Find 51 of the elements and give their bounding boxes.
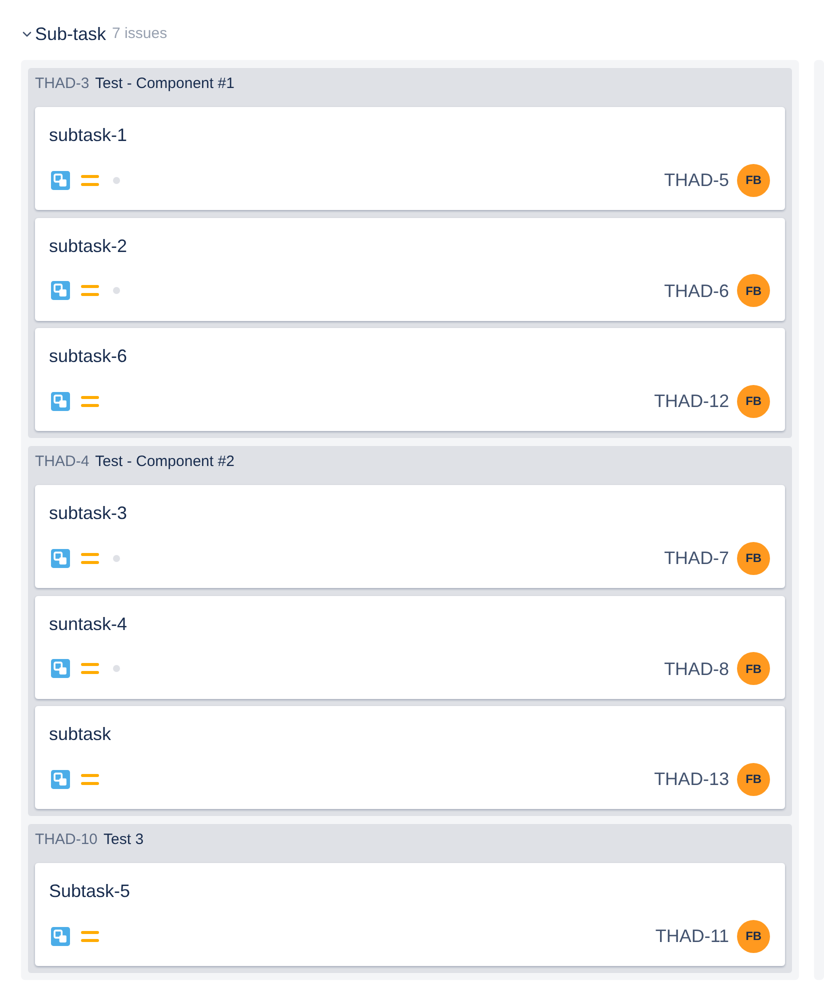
issue-card[interactable]: subtask-1 THAD-5 FB xyxy=(35,107,786,210)
parent-summary: Test 3 xyxy=(104,830,144,850)
assignee-avatar[interactable]: FB xyxy=(737,652,770,685)
medium-priority-icon xyxy=(81,552,99,564)
parent-key[interactable]: THAD-4 xyxy=(35,450,90,474)
subtask-type-icon xyxy=(51,659,70,678)
parent-summary: Test - Component #2 xyxy=(95,452,234,472)
issue-card[interactable]: subtask-2 THAD-6 FB xyxy=(35,218,786,320)
parent-key[interactable]: THAD-10 xyxy=(35,828,98,852)
issue-card[interactable]: subtask-6 THAD-12 FB xyxy=(35,328,786,431)
medium-priority-icon xyxy=(81,174,99,186)
issue-summary: subtask-1 xyxy=(49,124,128,147)
issue-key[interactable]: THAD-11 xyxy=(655,924,730,948)
subtask-type-icon xyxy=(51,926,70,946)
medium-priority-icon xyxy=(81,663,99,674)
issue-summary: Subtask-5 xyxy=(49,880,130,903)
issue-card[interactable]: subtask THAD-13 FB xyxy=(35,706,786,809)
assignee-avatar[interactable]: FB xyxy=(737,920,770,952)
medium-priority-icon xyxy=(81,396,99,406)
subtask-type-icon xyxy=(51,548,70,568)
assignee-avatar[interactable]: FB xyxy=(737,274,770,307)
subtask-type-icon xyxy=(51,281,70,300)
assignee-avatar[interactable]: FB xyxy=(737,164,770,196)
subtask-type-icon xyxy=(51,392,70,410)
issue-summary: suntask-4 xyxy=(49,612,128,636)
subtask-type-icon xyxy=(51,770,70,788)
chevron-down-icon[interactable] xyxy=(22,29,32,39)
medium-priority-icon xyxy=(81,285,99,296)
issue-key[interactable]: THAD-12 xyxy=(654,389,730,413)
assignee-avatar[interactable]: FB xyxy=(737,762,770,796)
issue-count: 7 issues xyxy=(112,24,168,44)
issue-card[interactable]: subtask-3 THAD-7 FB xyxy=(35,485,786,588)
swimlane-title[interactable]: Sub-task xyxy=(35,22,106,46)
issue-card[interactable]: suntask-4 THAD-8 FB xyxy=(35,596,786,698)
issue-key[interactable]: THAD-5 xyxy=(664,168,730,192)
assignee-avatar[interactable]: FB xyxy=(737,384,770,418)
parent-key[interactable]: THAD-3 xyxy=(35,72,90,96)
issue-key[interactable]: THAD-13 xyxy=(654,767,730,791)
medium-priority-icon xyxy=(81,774,99,784)
issue-key[interactable]: THAD-7 xyxy=(664,546,730,570)
issue-summary: subtask-2 xyxy=(49,234,128,258)
assignee-avatar[interactable]: FB xyxy=(737,542,770,574)
issue-summary: subtask-6 xyxy=(49,345,128,368)
parent-summary: Test - Component #1 xyxy=(95,74,234,94)
issue-card[interactable]: Subtask-5 THAD-11 FB xyxy=(35,863,786,966)
issue-summary: subtask xyxy=(49,723,112,746)
issue-summary: subtask-3 xyxy=(49,502,128,525)
issue-key[interactable]: THAD-6 xyxy=(664,278,730,302)
subtask-type-icon xyxy=(51,170,70,190)
medium-priority-icon xyxy=(81,930,99,942)
issue-key[interactable]: THAD-8 xyxy=(664,656,730,680)
